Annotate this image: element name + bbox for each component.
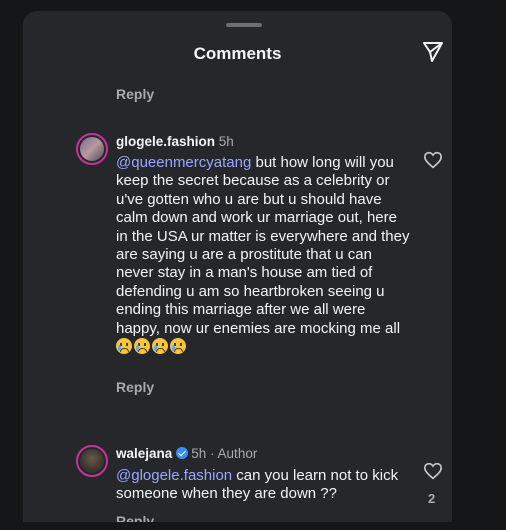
comments-sheet: Comments Reply glogele.fashion 5h @queen…: [23, 11, 452, 522]
comment-text: @glogele.fashion can you learn not to ki…: [116, 467, 411, 504]
comment-header: glogele.fashion 5h: [116, 134, 234, 149]
backdrop: [0, 522, 506, 530]
comment-username[interactable]: glogele.fashion: [116, 134, 215, 149]
comment-header: walejana 5h · Author: [116, 446, 257, 461]
reply-button[interactable]: Reply: [116, 513, 154, 522]
emoji-group: [116, 338, 188, 355]
avatar[interactable]: [76, 445, 108, 477]
comment-time: 5h · Author: [191, 446, 258, 461]
heart-icon[interactable]: [423, 462, 443, 480]
reply-button[interactable]: Reply: [116, 379, 154, 395]
mention-link[interactable]: @queenmercyatang: [116, 154, 251, 171]
crying-face-emoji: [134, 338, 150, 355]
verified-badge-icon: [176, 447, 189, 459]
drag-handle[interactable]: [226, 23, 262, 27]
comment-body: but how long will you keep the secret be…: [116, 154, 410, 337]
send-icon[interactable]: [421, 40, 445, 64]
avatar[interactable]: [76, 133, 108, 165]
like-count: 2: [428, 491, 436, 506]
comment-time: 5h: [218, 134, 234, 149]
crying-face-emoji: [152, 338, 168, 355]
reply-button[interactable]: Reply: [116, 86, 154, 102]
comment-username[interactable]: walejana: [116, 446, 172, 461]
crying-face-emoji: [170, 338, 186, 355]
backdrop: [452, 11, 506, 530]
page-title: Comments: [193, 44, 282, 63]
mention-link[interactable]: @glogele.fashion: [116, 467, 232, 484]
comment-text: @queenmercyatang but how long will you k…: [116, 154, 411, 356]
heart-icon[interactable]: [423, 151, 443, 169]
crying-face-emoji: [116, 338, 132, 355]
